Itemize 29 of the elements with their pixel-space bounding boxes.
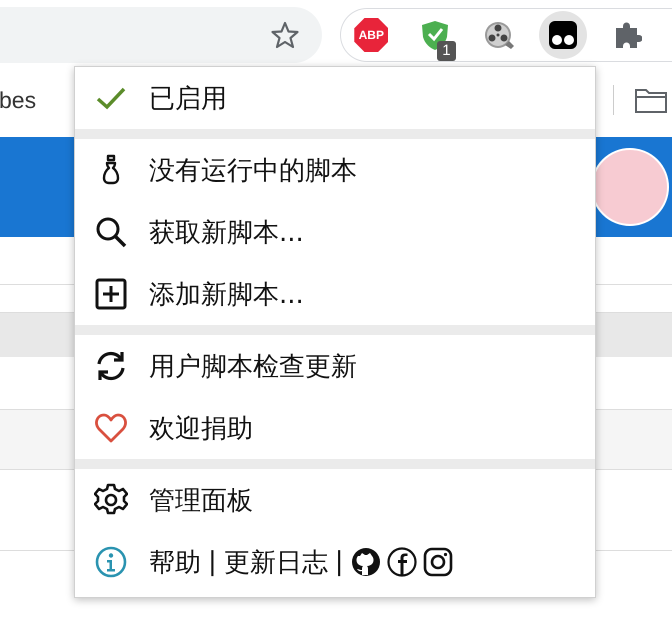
- menu-item[interactable]: 获取新脚本...: [75, 201, 595, 263]
- info-icon: [94, 545, 128, 579]
- github-icon[interactable]: [350, 547, 381, 577]
- settings-icon: [94, 483, 128, 517]
- extension-button[interactable]: [539, 11, 588, 59]
- count-badge: 1: [437, 41, 456, 61]
- bookmark-label[interactable]: bes: [0, 86, 36, 114]
- menu-item[interactable]: 已启用: [75, 67, 595, 129]
- bookmark-star-icon[interactable]: [270, 20, 300, 50]
- menu-item[interactable]: 添加新脚本...: [75, 263, 595, 325]
- link[interactable]: 更新日志: [224, 544, 328, 580]
- menu-item[interactable]: 欢迎捐助: [75, 397, 595, 459]
- separator: |: [208, 547, 217, 577]
- extension-button[interactable]: ABP: [347, 11, 396, 59]
- facebook-icon[interactable]: [386, 547, 417, 577]
- folder-icon[interactable]: [634, 86, 668, 114]
- search-icon: [94, 215, 128, 249]
- menu-item[interactable]: 没有运行中的脚本: [75, 139, 595, 201]
- heart-icon: [94, 411, 128, 445]
- two-dots-icon: [548, 20, 578, 50]
- extension-button[interactable]: 1: [411, 11, 460, 59]
- stop-sign-icon: ABP: [354, 18, 388, 52]
- separator: |: [334, 547, 344, 577]
- instagram-icon[interactable]: [422, 547, 453, 577]
- menu-item[interactable]: 管理面板: [75, 469, 595, 531]
- link[interactable]: 帮助: [149, 544, 201, 580]
- add-icon: [94, 277, 128, 311]
- menu-item[interactable]: 用户脚本检查更新: [75, 335, 595, 397]
- film-reel-icon: [483, 19, 516, 51]
